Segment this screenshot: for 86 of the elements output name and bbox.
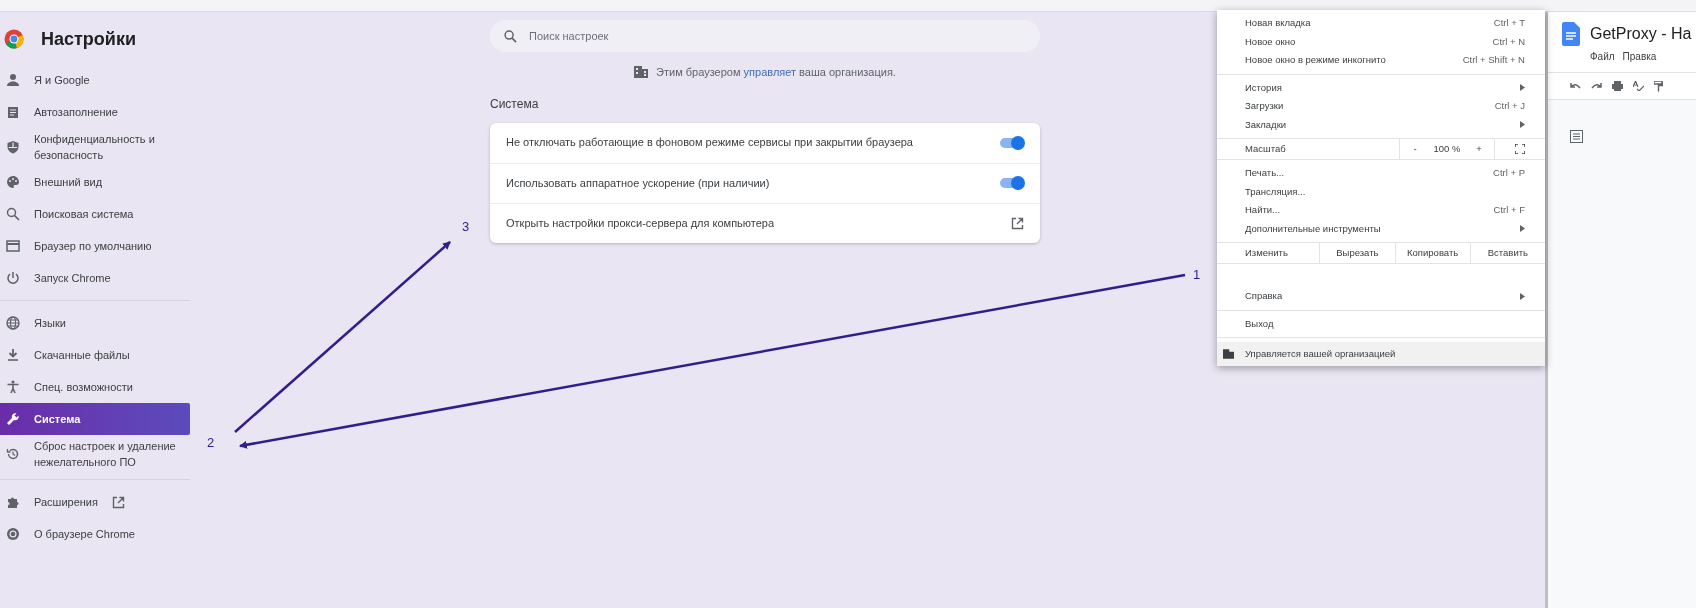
- search-field[interactable]: Поиск настроек: [490, 20, 1040, 52]
- setting-label: Использовать аппаратное ускорение (при наличии): [506, 175, 770, 191]
- setting-label: Открыть настройки прокси-сервера для компьютера: [506, 215, 775, 231]
- sidebar-item[interactable]: Система: [0, 403, 190, 435]
- redo-icon: [1591, 82, 1602, 90]
- shortcut-label: Ctrl + N: [1492, 34, 1525, 49]
- accessibility-icon: [6, 380, 20, 394]
- menu-item[interactable]: Справка: [1217, 287, 1545, 306]
- sidebar-item[interactable]: Поисковая система: [0, 198, 190, 230]
- sidebar-item[interactable]: Скачанные файлы: [0, 339, 190, 371]
- menu-item[interactable]: Трансляция...: [1217, 182, 1545, 201]
- menu-item[interactable]: Загрузки Ctrl + J: [1217, 97, 1545, 116]
- sidebar-item[interactable]: Сброс настроек и удаление нежелательного ПО: [0, 435, 190, 473]
- building-icon: [634, 66, 649, 79]
- shortcut-label: Ctrl + T: [1493, 16, 1525, 31]
- toggle-switch[interactable]: [1000, 178, 1024, 188]
- managed-notice: Этим браузером управляет ваша организация.: [656, 65, 896, 80]
- chrome-logo-icon: [4, 29, 24, 49]
- section-heading: Система: [490, 95, 539, 113]
- zoom-level: 100 %: [1432, 141, 1462, 156]
- menu-bar-item[interactable]: Правка: [1622, 49, 1657, 64]
- globe-icon: [6, 316, 20, 330]
- building-icon: [1223, 349, 1234, 359]
- menu-item-label: Масштаб: [1244, 141, 1287, 156]
- sidebar-item[interactable]: Спец. возможности: [0, 371, 190, 403]
- submenu-arrow-icon: [1520, 292, 1525, 300]
- settings-title: Настройки: [41, 27, 136, 51]
- submenu-arrow-icon: [1520, 225, 1525, 233]
- sidebar-item[interactable]: О браузере Chrome: [0, 518, 190, 550]
- download-icon: [6, 348, 20, 362]
- sidebar-item[interactable]: Расширения: [0, 486, 190, 518]
- menu-item[interactable]: Дополнительные инструменты: [1217, 219, 1545, 238]
- sidebar-item[interactable]: Запуск Chrome: [0, 262, 190, 294]
- annotation-label: 3: [462, 218, 470, 236]
- sidebar-item[interactable]: Я и Google: [0, 64, 190, 96]
- external-link-icon[interactable]: [1011, 216, 1024, 230]
- sidebar-item[interactable]: Внешний вид: [0, 166, 190, 198]
- shortcut-label: Ctrl + Shift + N: [1462, 53, 1525, 68]
- browser-window-icon: [6, 239, 20, 253]
- shortcut-label: Ctrl + J: [1494, 99, 1525, 114]
- edit-menu-button[interactable]: Изменить: [1217, 243, 1320, 263]
- menu-item[interactable]: Новая вкладка Ctrl + T: [1217, 14, 1545, 33]
- sidebar-item[interactable]: Языки: [0, 307, 190, 339]
- menu-item[interactable]: Закладки: [1217, 115, 1545, 134]
- person-icon: [6, 73, 20, 87]
- clipboard-icon: [6, 105, 20, 119]
- undo-icon: [1570, 82, 1581, 90]
- sidebar-item[interactable]: Браузер по умолчанию: [0, 230, 190, 262]
- zoom-in-button[interactable]: +: [1464, 141, 1494, 157]
- printer-icon: [1612, 81, 1623, 91]
- palette-icon: [6, 175, 20, 189]
- submenu-arrow-icon: [1520, 121, 1525, 129]
- zoom-out-button[interactable]: -: [1400, 141, 1430, 157]
- external-link-icon[interactable]: [112, 495, 125, 509]
- document-icon: [1562, 22, 1580, 46]
- search-icon: [504, 30, 517, 43]
- shield-icon: [6, 140, 20, 154]
- menu-item[interactable]: Новое окно в режиме инкогнито Ctrl + Shift + N: [1217, 51, 1545, 70]
- annotation-label: 1: [1193, 266, 1201, 284]
- link[interactable]: управляет: [743, 66, 797, 78]
- chrome-icon: [6, 527, 20, 541]
- sidebar-item[interactable]: Конфиденциальность и безопасность: [0, 128, 190, 166]
- power-icon: [6, 271, 20, 285]
- puzzle-icon: [6, 495, 20, 509]
- menu-item[interactable]: Выход: [1217, 314, 1545, 333]
- search-icon: [6, 207, 20, 221]
- fullscreen-icon[interactable]: [1515, 144, 1525, 154]
- annotation-label: 2: [207, 434, 215, 452]
- paint-roller-icon: [1654, 80, 1663, 92]
- outline-icon: [1570, 130, 1583, 143]
- spellcheck-icon: [1633, 81, 1644, 91]
- menu-item[interactable]: Печать... Ctrl + P: [1217, 164, 1545, 183]
- shortcut-label: Ctrl + F: [1493, 203, 1525, 218]
- menu-item[interactable]: История: [1217, 78, 1545, 97]
- sidebar-item[interactable]: Автозаполнение: [0, 96, 190, 128]
- toggle-switch[interactable]: [1000, 137, 1024, 148]
- menu-bar-item[interactable]: Файл: [1590, 49, 1615, 64]
- history-icon: [6, 447, 20, 461]
- setting-label: Не отключать работающие в фоновом режиме сервисы при закрытии браузера: [506, 135, 913, 151]
- wrench-icon: [6, 412, 20, 426]
- shortcut-label: Ctrl + P: [1493, 166, 1525, 181]
- menu-item[interactable]: Найти... Ctrl + F: [1217, 201, 1545, 220]
- managed-menu-item[interactable]: Управляется вашей организацией: [1217, 342, 1545, 366]
- document-title: GetProxy - На: [1590, 24, 1692, 44]
- menu-item[interactable]: Новое окно Ctrl + N: [1217, 32, 1545, 51]
- submenu-arrow-icon: [1520, 84, 1525, 92]
